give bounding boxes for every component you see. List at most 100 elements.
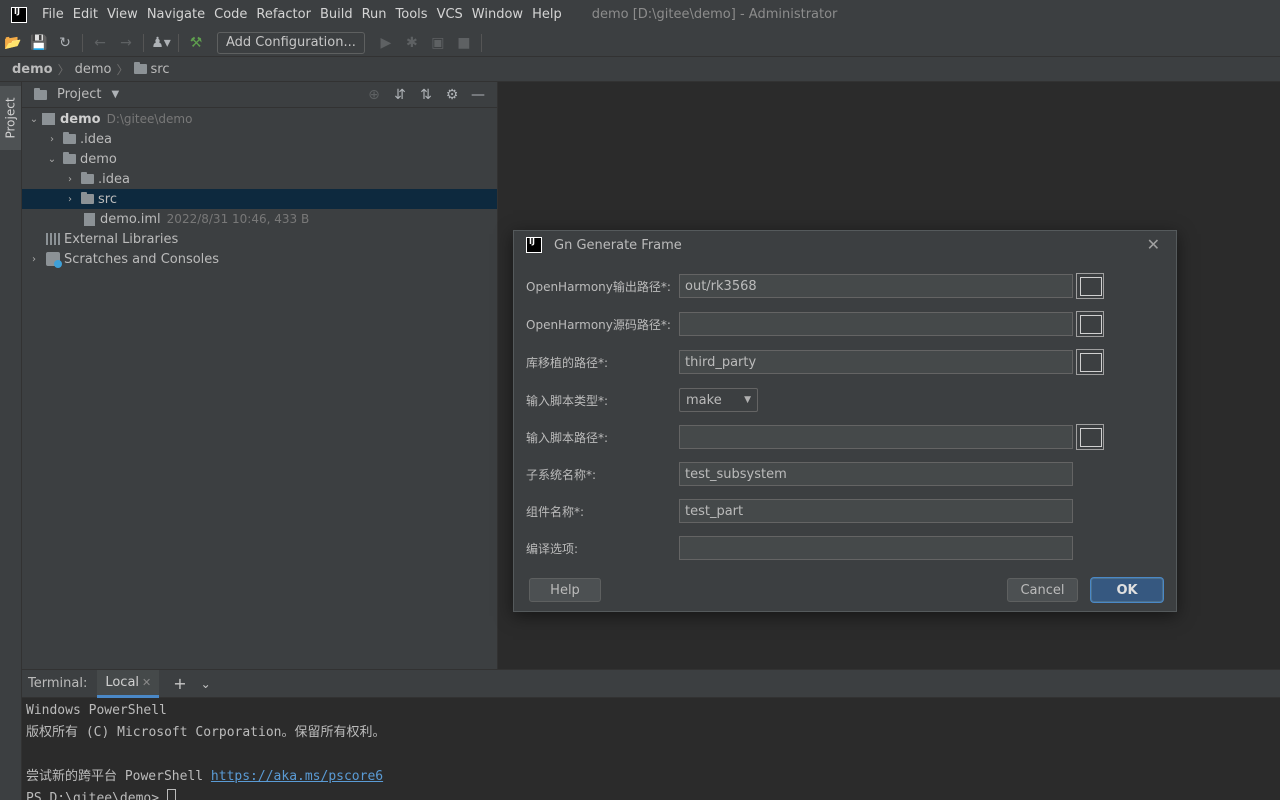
field-label: 输入脚本类型*: <box>526 393 609 408</box>
subsystem-name-input[interactable]: test_subsystem <box>679 462 1073 486</box>
menu-navigate[interactable]: Navigate <box>144 7 211 22</box>
tree-item-label: .idea <box>80 131 112 147</box>
script-path-input[interactable] <box>679 425 1073 449</box>
browse-folder-icon[interactable] <box>1076 311 1104 337</box>
gear-icon[interactable]: ⚙ <box>439 84 465 106</box>
user-dropdown-icon[interactable]: ♟▾ <box>148 32 174 54</box>
chevron-right-icon[interactable]: › <box>26 254 42 265</box>
dialog-title-bar: Gn Generate Frame ✕ <box>514 231 1176 259</box>
run-icon[interactable]: ▶ <box>373 32 399 54</box>
collapse-all-icon[interactable]: ⇅ <box>413 84 439 106</box>
tree-item-src[interactable]: › src <box>22 189 497 209</box>
breadcrumb-item[interactable]: demo <box>12 62 53 77</box>
help-button[interactable]: Help <box>529 578 601 602</box>
coverage-icon[interactable]: ▣ <box>425 32 451 54</box>
port-path-input[interactable]: third_party <box>679 350 1073 374</box>
chevron-down-icon[interactable]: ⌄ <box>26 114 42 125</box>
terminal-line: 版权所有 (C) Microsoft Corporation。保留所有权利。 <box>26 725 386 740</box>
tree-item-demo[interactable]: ⌄ demo <box>22 149 497 169</box>
tree-item-scratches[interactable]: › Scratches and Consoles <box>22 249 497 269</box>
breadcrumb-item[interactable]: src <box>151 62 170 77</box>
folder-icon <box>63 152 76 164</box>
menu-build[interactable]: Build <box>317 7 359 22</box>
terminal-header: Terminal: Local ✕ + ⌄ <box>22 669 1280 698</box>
add-configuration-button[interactable]: Add Configuration... <box>217 31 365 54</box>
module-file-icon <box>84 212 95 226</box>
project-panel-title[interactable]: Project <box>57 87 101 102</box>
cancel-button[interactable]: Cancel <box>1007 578 1078 602</box>
tree-item-path: D:\gitee\demo <box>106 112 193 126</box>
save-all-icon[interactable]: 💾 <box>26 32 52 54</box>
tree-item-root[interactable]: ⌄ demo D:\gitee\demo <box>22 109 497 129</box>
terminal-tab-label: Local <box>105 674 140 690</box>
chevron-down-icon[interactable]: ▼ <box>111 89 119 100</box>
folder-icon <box>81 172 94 184</box>
part-name-input[interactable]: test_part <box>679 499 1073 523</box>
field-label: OpenHarmony输出路径*: <box>526 279 671 294</box>
chevron-right-icon: 〉 <box>57 62 70 77</box>
tree-item-label: .idea <box>98 171 130 187</box>
breadcrumb-item[interactable]: demo <box>75 62 112 77</box>
menu-view[interactable]: View <box>104 7 144 22</box>
menu-window[interactable]: Window <box>469 7 529 22</box>
tree-item-demo-iml[interactable]: demo.iml 2022/8/31 10:46, 433 B <box>22 209 497 229</box>
project-tool-tab[interactable]: Project <box>0 86 21 150</box>
terminal-title: Terminal: <box>28 676 88 691</box>
terminal-link[interactable]: https://aka.ms/pscore6 <box>211 769 383 784</box>
form-row-part: 组件名称*: test_part <box>526 499 1073 523</box>
field-label: 编译选项: <box>526 541 579 556</box>
stop-icon[interactable]: ■ <box>451 32 477 54</box>
chevron-down-icon[interactable]: ⌄ <box>44 154 60 165</box>
script-type-select[interactable]: make ▼ <box>679 388 758 412</box>
chevron-right-icon[interactable]: › <box>62 174 78 185</box>
tree-item-label: External Libraries <box>64 231 179 247</box>
chevron-down-icon: ▼ <box>744 395 751 405</box>
compile-options-input[interactable] <box>679 536 1073 560</box>
open-folder-icon[interactable]: 📂 <box>0 32 26 54</box>
chevron-right-icon[interactable]: › <box>62 194 78 205</box>
menu-bar: File Edit View Navigate Code Refactor Bu… <box>0 0 1280 29</box>
ok-button[interactable]: OK <box>1091 578 1163 602</box>
tree-item-meta: 2022/8/31 10:46, 433 B <box>166 212 310 226</box>
tree-item-external-libraries[interactable]: External Libraries <box>22 229 497 249</box>
forward-arrow-icon[interactable]: → <box>113 32 139 54</box>
menu-tools[interactable]: Tools <box>393 7 434 22</box>
source-path-input[interactable] <box>679 312 1073 336</box>
scratches-icon <box>46 252 62 268</box>
terminal-output[interactable]: Windows PowerShell 版权所有 (C) Microsoft Co… <box>22 698 1280 800</box>
toolbar-divider <box>178 33 179 52</box>
tree-item-demo-idea[interactable]: › .idea <box>22 169 497 189</box>
build-hammer-icon[interactable]: ⚒ <box>183 32 209 54</box>
menu-refactor[interactable]: Refactor <box>253 7 317 22</box>
browse-folder-icon[interactable] <box>1076 273 1104 299</box>
terminal-tab-local[interactable]: Local ✕ <box>97 669 160 698</box>
browse-folder-icon[interactable] <box>1076 424 1104 450</box>
back-arrow-icon[interactable]: ← <box>87 32 113 54</box>
menu-help[interactable]: Help <box>529 7 568 22</box>
sync-icon[interactable]: ↻ <box>52 32 78 54</box>
tree-item-idea[interactable]: › .idea <box>22 129 497 149</box>
form-row-subsystem: 子系统名称*: test_subsystem <box>526 462 1073 486</box>
close-icon[interactable]: ✕ <box>142 676 151 689</box>
debug-icon[interactable]: ✱ <box>399 32 425 54</box>
menu-file[interactable]: File <box>39 7 70 22</box>
library-icon <box>46 233 60 245</box>
browse-folder-icon[interactable] <box>1076 349 1104 375</box>
chevron-down-icon[interactable]: ⌄ <box>201 677 211 691</box>
folder-icon <box>81 192 94 204</box>
minimize-icon[interactable]: — <box>465 84 491 106</box>
locate-icon[interactable]: ⊕ <box>361 84 387 106</box>
close-icon[interactable]: ✕ <box>1147 235 1160 254</box>
menu-code[interactable]: Code <box>211 7 253 22</box>
terminal-cursor <box>166 789 176 800</box>
expand-all-icon[interactable]: ⇵ <box>387 84 413 106</box>
menu-run[interactable]: Run <box>359 7 393 22</box>
form-row-port-path: 库移植的路径*: third_party <box>526 349 1104 375</box>
menu-edit[interactable]: Edit <box>70 7 104 22</box>
form-row-script-type: 输入脚本类型*: make ▼ <box>526 388 758 412</box>
menu-vcs[interactable]: VCS <box>434 7 469 22</box>
field-label: 子系统名称*: <box>526 467 597 482</box>
output-path-input[interactable]: out/rk3568 <box>679 274 1073 298</box>
chevron-right-icon[interactable]: › <box>44 134 60 145</box>
plus-icon[interactable]: + <box>173 674 186 693</box>
